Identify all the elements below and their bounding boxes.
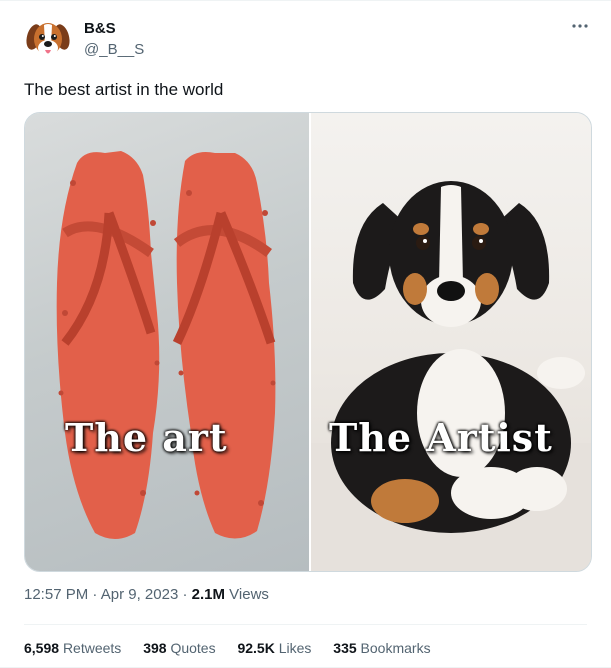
author-display-name[interactable]: B&S	[84, 20, 116, 37]
more-options-button[interactable]	[568, 14, 592, 38]
more-dots-icon	[572, 24, 588, 28]
likes-label: Likes	[278, 640, 312, 656]
top-border	[0, 0, 611, 1]
flip-flops-image	[56, 151, 276, 539]
right-caption: The Artist	[329, 415, 553, 460]
engagement-stats: 6,598 Retweets 398 Quotes 92.5K Likes 33…	[24, 640, 449, 656]
bookmarks-count: 335	[333, 640, 357, 656]
likes-stat[interactable]: 92.5K Likes	[237, 640, 311, 656]
quotes-stat[interactable]: 398 Quotes	[143, 640, 215, 656]
retweets-stat[interactable]: 6,598 Retweets	[24, 640, 121, 656]
stats-divider	[24, 624, 587, 625]
views-label: Views	[229, 586, 269, 603]
tweet-date[interactable]: Apr 9, 2023	[101, 586, 179, 603]
views-count: 2.1M	[191, 586, 225, 603]
bookmarks-stat[interactable]: 335 Bookmarks	[333, 640, 430, 656]
tweet-media[interactable]: The art The Artist	[24, 112, 592, 572]
puppy-image	[311, 181, 591, 571]
retweets-count: 6,598	[24, 640, 60, 656]
quotes-label: Quotes	[170, 640, 216, 656]
tweet-text: The best artist in the world	[24, 80, 224, 99]
left-image: The art	[25, 113, 309, 571]
likes-count: 92.5K	[237, 640, 275, 656]
right-image: The Artist	[311, 113, 591, 571]
retweets-label: Retweets	[62, 640, 122, 656]
meta-separator: ·	[92, 586, 98, 603]
left-caption: The art	[65, 415, 228, 460]
avatar[interactable]	[24, 15, 72, 63]
meta-separator: ·	[182, 586, 188, 603]
bookmarks-label: Bookmarks	[360, 640, 431, 656]
quotes-count: 398	[143, 640, 167, 656]
tweet-meta: 12:57 PM · Apr 9, 2023 · 2.1M Views	[24, 586, 269, 603]
dog-avatar-icon	[24, 15, 72, 63]
tweet-time[interactable]: 12:57 PM	[24, 586, 88, 603]
author-handle[interactable]: @_B__S	[84, 41, 144, 58]
